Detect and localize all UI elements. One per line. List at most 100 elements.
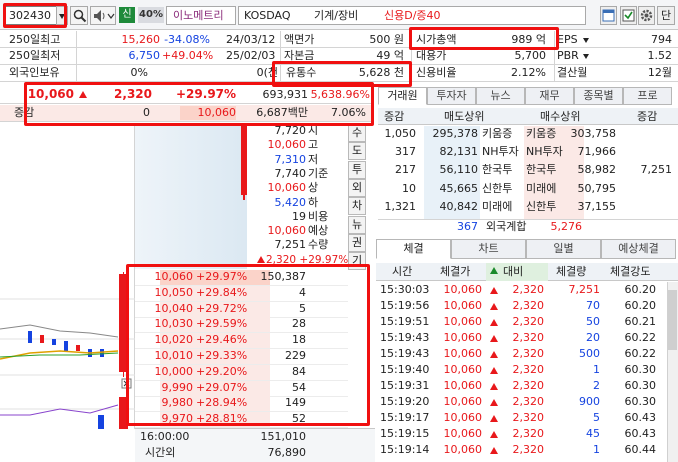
info-k-substitute: 대용가 — [416, 49, 447, 62]
info-v-pbr: 1.52 — [647, 49, 673, 62]
trade-change: 2,320 — [512, 379, 545, 392]
info-k-float: 유통수 — [286, 66, 317, 79]
current-price: 10,060 — [27, 87, 74, 101]
trade-time: 15:19:14 — [380, 443, 430, 456]
badge-sin: 신 — [119, 7, 135, 23]
trade-head-change: 대비 — [503, 265, 524, 278]
bid-pct: +28.94% — [196, 396, 248, 410]
side-tab-7[interactable]: 기 — [348, 252, 366, 271]
summary-key: 예상 — [308, 224, 329, 238]
trade-strength: 60.30 — [624, 363, 657, 376]
broker-buy-name[interactable]: 미래에 — [526, 182, 556, 196]
info-v-mcap: 989 억 — [511, 33, 546, 46]
side-tab-3[interactable]: 외 — [348, 178, 366, 197]
pbr-dropdown-icon[interactable] — [583, 54, 589, 59]
broker-sell-name[interactable]: NH투자 — [482, 145, 519, 159]
tab-0[interactable]: 거래원 — [378, 87, 427, 105]
stock-code-input[interactable]: 302430 — [5, 6, 57, 25]
trade-tab-0[interactable]: 체결 — [376, 239, 451, 259]
up-arrow-icon — [257, 255, 265, 263]
bid-qty: 4 — [299, 285, 306, 299]
info-label-foreign: 외국인보유 — [9, 66, 60, 79]
code-dropdown-button[interactable] — [56, 6, 68, 25]
checkbox-button[interactable] — [620, 6, 637, 25]
sound-button[interactable] — [90, 6, 116, 25]
broker-sell-delta: 1,321 — [384, 199, 417, 213]
side-tab-0[interactable]: 수 — [348, 124, 366, 142]
candle-3 — [52, 339, 56, 345]
footer-time: 16:00:00 — [140, 430, 190, 443]
info-low-price: 6,750 — [128, 49, 161, 62]
tab-4[interactable]: 종목별 — [574, 87, 623, 105]
tab-2[interactable]: 뉴스 — [476, 87, 525, 105]
stock-name-field[interactable]: 이노메트리 — [166, 6, 236, 25]
up-arrow-icon — [490, 303, 498, 310]
trade-price: 10,060 — [443, 347, 483, 360]
ma-line-gray — [0, 324, 119, 338]
up-arrow-icon — [490, 415, 498, 422]
broker-buy-name[interactable]: 키움증 — [526, 127, 556, 141]
up-arrow-icon — [490, 447, 498, 454]
trade-strength: 60.30 — [624, 379, 657, 392]
broker-sell-name[interactable]: 신한투 — [482, 182, 512, 196]
broker-buy-name[interactable]: 신한투 — [526, 200, 556, 214]
broker-sell-name[interactable]: 한국투 — [482, 163, 512, 177]
up-arrow-icon — [490, 287, 498, 294]
side-tab-1[interactable]: 도 — [348, 142, 366, 161]
scroll-thumb[interactable] — [668, 290, 677, 350]
info-high-price: 15,260 — [121, 33, 161, 46]
bid-qty: 54 — [292, 380, 306, 394]
side-tab-5[interactable]: 뉴 — [348, 215, 366, 234]
broker-sell-name[interactable]: 키움증 — [482, 127, 512, 141]
settings-button[interactable] — [638, 6, 655, 25]
broker-header — [378, 108, 678, 125]
up-arrow-icon — [490, 367, 498, 374]
broker-sell-delta: 10 — [402, 181, 416, 195]
trade-tab-2[interactable]: 일별 — [526, 239, 601, 259]
search-button[interactable] — [70, 6, 88, 25]
bid-pct: +28.81% — [196, 412, 248, 426]
foreign-label: 외국계합 — [486, 220, 527, 233]
up-arrow-icon — [490, 351, 498, 358]
side-tab-4[interactable]: 차 — [348, 197, 366, 216]
info-k-mcap: 시가총액 — [416, 33, 457, 46]
trade-time: 15:19:20 — [380, 395, 430, 408]
summary-value: 10,060 — [267, 224, 307, 238]
broker-buy-name[interactable]: 한국투 — [526, 163, 556, 177]
broker-buy-name[interactable]: NH투자 — [526, 145, 563, 159]
tab-1[interactable]: 투자자 — [427, 87, 476, 105]
bid-pct: +29.84% — [196, 285, 248, 299]
link-button[interactable] — [600, 6, 617, 25]
bid-price: 10,060 — [154, 270, 194, 283]
trade-strength: 60.43 — [624, 411, 657, 424]
tab-3[interactable]: 재무 — [525, 87, 574, 105]
trade-price: 10,060 — [443, 331, 483, 344]
info-k-settle: 결산월 — [557, 66, 588, 79]
broker-sell-name[interactable]: 미래에 — [482, 200, 512, 214]
up-arrow-icon — [490, 383, 498, 390]
tab-5[interactable]: 프로 — [623, 87, 672, 105]
trade-change: 2,320 — [512, 363, 545, 376]
summary-key: 시 — [308, 124, 319, 137]
broker-sell-delta: 317 — [395, 145, 416, 159]
summary-key: 고 — [308, 138, 319, 152]
info-v-credit: 2.12% — [511, 66, 546, 79]
volume-line-purple — [0, 404, 119, 416]
trade-strength: 60.44 — [624, 443, 657, 456]
unit-button[interactable]: 단 — [657, 6, 675, 25]
info-label-low: 250일최저 — [9, 49, 61, 62]
bid-pct: +29.97% — [196, 270, 248, 283]
trade-tab-1[interactable]: 차트 — [451, 239, 526, 259]
trade-qty: 5 — [593, 411, 600, 424]
stock-code-value: 302430 — [9, 9, 51, 22]
side-tab-6[interactable]: 권 — [348, 233, 366, 252]
eps-dropdown-icon[interactable] — [583, 38, 589, 43]
side-tab-2[interactable]: 투 — [348, 160, 366, 179]
info-v-float: 5,628 천 — [358, 66, 404, 79]
broker-buy-qty: 303,758 — [570, 127, 617, 140]
trade-time: 15:30:03 — [380, 283, 430, 296]
speaker-icon — [94, 10, 115, 22]
up-arrow-icon — [79, 91, 87, 98]
trade-qty: 1 — [593, 363, 600, 376]
trade-tab-3[interactable]: 예상체결 — [601, 239, 676, 259]
